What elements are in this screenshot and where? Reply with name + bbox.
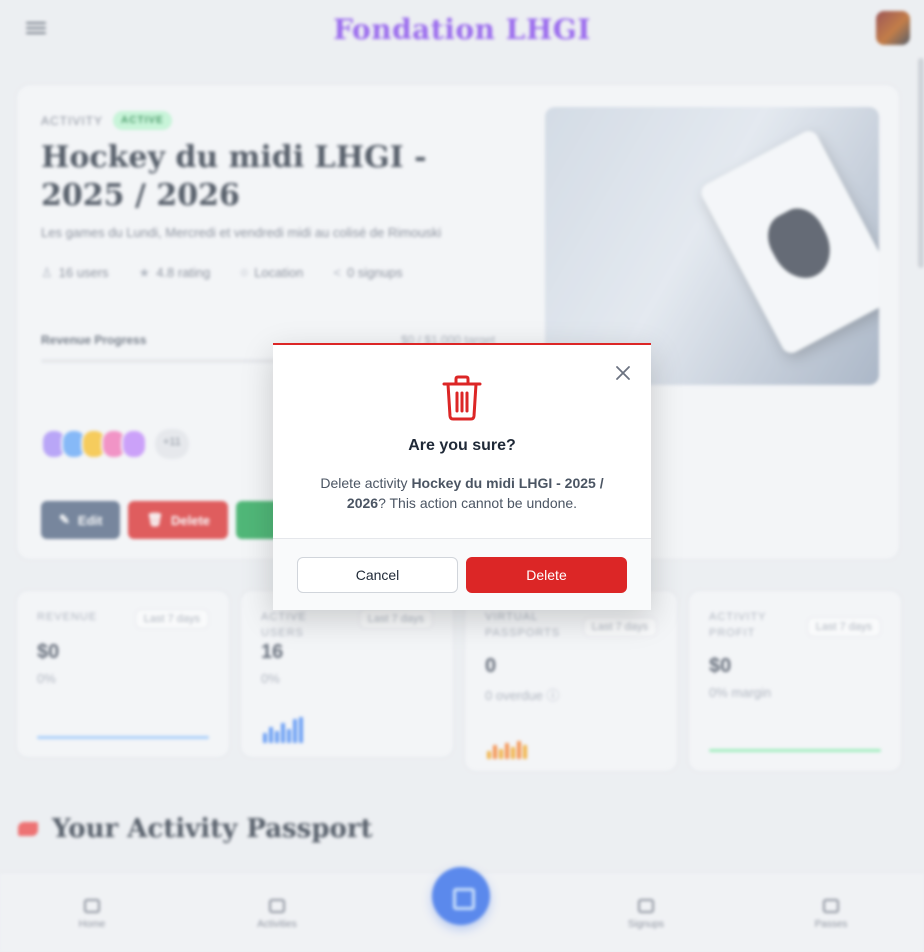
delete-button[interactable]: Delete <box>466 557 627 593</box>
cancel-button[interactable]: Cancel <box>297 557 458 593</box>
message-prefix: Delete activity <box>320 475 412 491</box>
modal-title: Are you sure? <box>408 437 516 454</box>
message-suffix: ? This action cannot be undone. <box>378 495 578 511</box>
delete-confirm-modal: Are you sure? Delete activity Hockey du … <box>273 343 651 610</box>
trash-icon <box>442 375 482 421</box>
modal-message: Delete activity Hockey du midi LHGI - 20… <box>303 473 621 513</box>
close-icon[interactable] <box>613 363 633 383</box>
modal-footer: Cancel Delete <box>273 538 651 610</box>
